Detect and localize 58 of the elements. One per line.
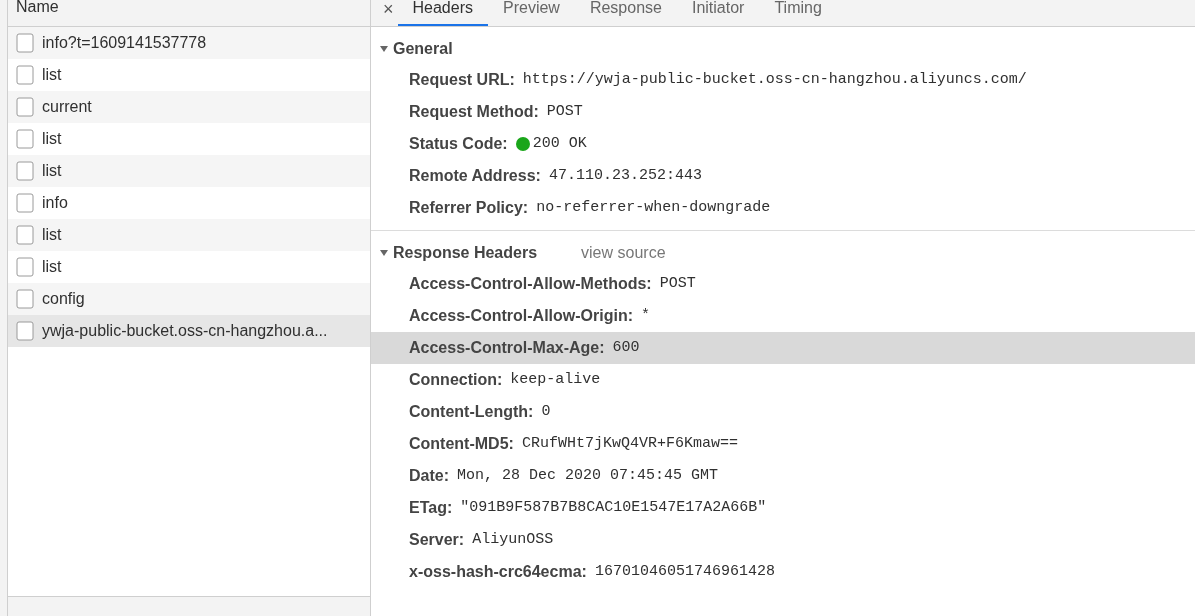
file-icon bbox=[16, 193, 34, 213]
column-header[interactable]: Name bbox=[16, 0, 59, 15]
header-name: Status Code: bbox=[409, 134, 508, 154]
tab[interactable]: Headers bbox=[397, 0, 488, 26]
header-name: Date: bbox=[409, 466, 449, 486]
header-name: Access-Control-Max-Age: bbox=[409, 338, 605, 358]
header-value: 16701046051746961428 bbox=[594, 561, 775, 582]
file-icon bbox=[16, 161, 34, 181]
disclosure-icon bbox=[379, 44, 389, 54]
tab[interactable]: Initiator bbox=[676, 0, 760, 26]
header-value: POST bbox=[546, 101, 583, 122]
header-name: Request URL: bbox=[409, 70, 515, 90]
header-value: Mon, 28 Dec 2020 07:45:45 GMT bbox=[457, 465, 719, 486]
header-value: POST bbox=[659, 273, 696, 294]
file-icon bbox=[16, 289, 34, 309]
request-row[interactable]: config bbox=[8, 283, 370, 315]
request-row[interactable]: list bbox=[8, 219, 370, 251]
header-name: ETag: bbox=[409, 498, 453, 518]
header-value: https://ywja-public-bucket.oss-cn-hangzhou.aliyuncs.com/ bbox=[522, 69, 1027, 90]
header-name: Access-Control-Allow-Methods: bbox=[409, 274, 652, 294]
header-value: * bbox=[641, 305, 651, 326]
header-value: 47.110.23.252:443 bbox=[548, 165, 702, 186]
header-value: CRufWHt7jKwQ4VR+F6Kmaw== bbox=[521, 433, 738, 454]
file-icon bbox=[16, 129, 34, 149]
file-icon bbox=[16, 33, 34, 53]
request-row[interactable]: current bbox=[8, 91, 370, 123]
header-value: keep-alive bbox=[510, 369, 601, 390]
file-icon bbox=[16, 97, 34, 117]
view-source-link[interactable]: view source bbox=[581, 241, 666, 265]
tab[interactable]: Preview bbox=[488, 0, 575, 26]
tab[interactable]: Response bbox=[574, 0, 677, 26]
close-button[interactable]: × bbox=[379, 0, 398, 26]
header-value: AliyunOSS bbox=[472, 529, 554, 550]
request-row[interactable]: info?t=1609141537778 bbox=[8, 27, 370, 59]
file-icon bbox=[16, 225, 34, 245]
request-row[interactable]: list bbox=[8, 155, 370, 187]
section-header[interactable]: General bbox=[379, 37, 453, 61]
header-value: 200 OK bbox=[532, 133, 587, 154]
tab[interactable]: Timing bbox=[759, 0, 837, 26]
header-name: Connection: bbox=[409, 370, 503, 390]
header-name: Access-Control-Allow-Origin: bbox=[409, 306, 633, 326]
header-name: Referrer Policy: bbox=[409, 198, 529, 218]
header-name: Content-MD5: bbox=[409, 434, 514, 454]
header-value: 0 bbox=[541, 401, 551, 422]
header-name: Remote Address: bbox=[409, 166, 541, 186]
header-name: x-oss-hash-crc64ecma: bbox=[409, 562, 587, 582]
header-name: Content-Length: bbox=[409, 402, 534, 422]
file-icon bbox=[16, 65, 34, 85]
header-name: Server: bbox=[409, 530, 465, 550]
header-value: "091B9F587B7B8CAC10E1547E17A2A66B" bbox=[460, 497, 767, 518]
section-header[interactable]: Response Headers bbox=[379, 241, 538, 265]
request-row[interactable]: ywja-public-bucket.oss-cn-hangzhou.a... bbox=[8, 315, 370, 347]
file-icon bbox=[16, 321, 34, 341]
disclosure-icon bbox=[379, 248, 389, 258]
header-value: no-referrer-when-downgrade bbox=[536, 197, 771, 218]
header-value: 600 bbox=[612, 337, 640, 358]
file-icon bbox=[16, 257, 34, 277]
header-name: Request Method: bbox=[409, 102, 539, 122]
